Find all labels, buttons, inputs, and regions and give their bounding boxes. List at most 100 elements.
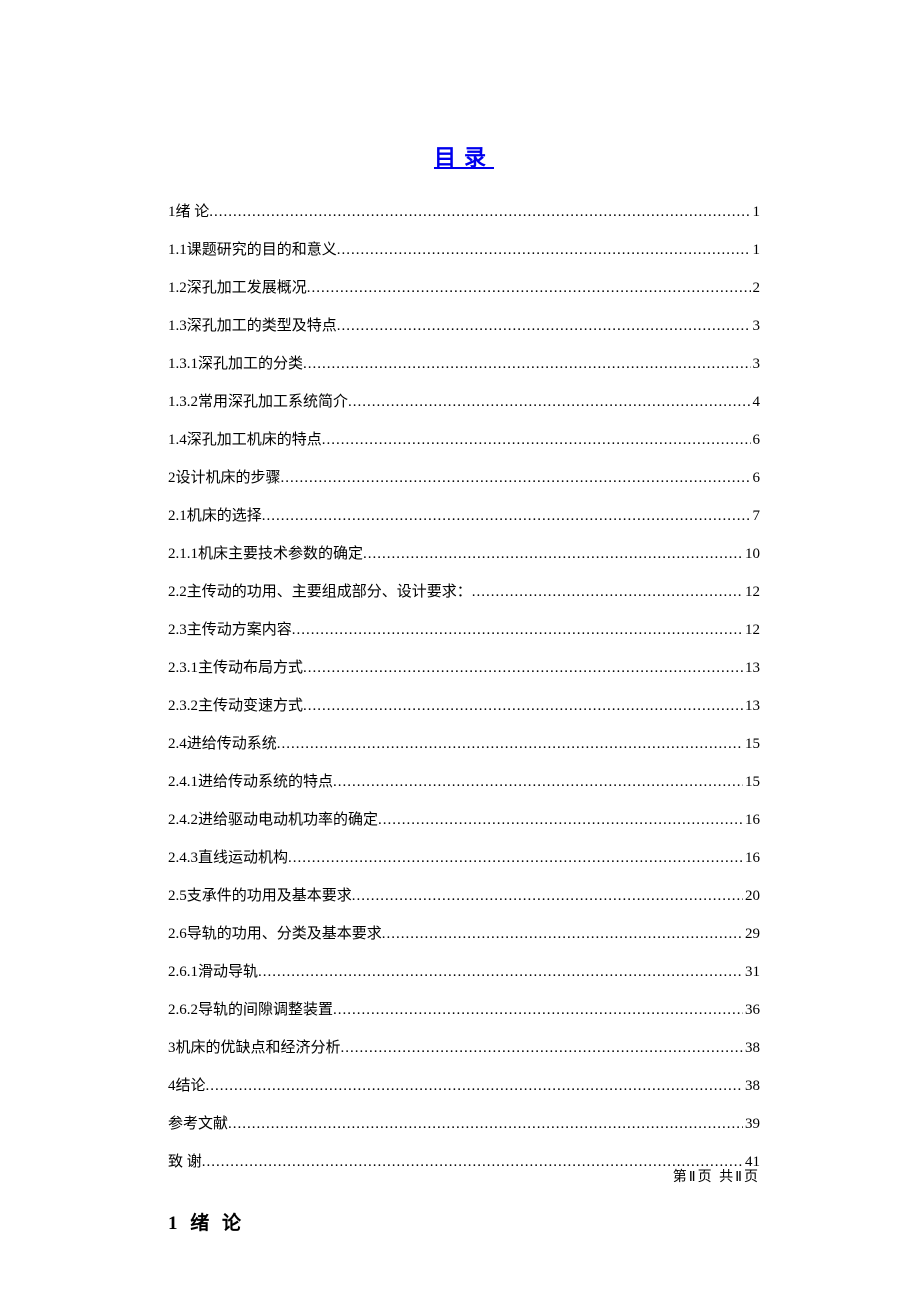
toc-entry[interactable]: 2.2 主传动的功用、主要组成部分、设计要求：12 <box>168 580 760 604</box>
toc-entry[interactable]: 参考文献 39 <box>168 1112 760 1136</box>
toc-leader-dots <box>322 428 751 452</box>
section-heading: 1 绪 论 <box>168 1208 760 1235</box>
toc-leader-dots <box>292 618 743 642</box>
toc-entry[interactable]: 1.2 深孔加工发展概况2 <box>168 276 760 300</box>
toc-entry-text: 导轨的间隙调整装置 <box>198 998 333 1022</box>
toc-entry[interactable]: 2.4.1 进给传动系统的特点15 <box>168 770 760 794</box>
toc-entry-text: 机床主要技术参数的确定 <box>198 542 363 566</box>
toc-entry-number: 1.3 <box>168 314 187 338</box>
toc-entry[interactable]: 1.3 深孔加工的类型及特点 3 <box>168 314 760 338</box>
toc-entry[interactable]: 2.4.2 进给驱动电动机功率的确定16 <box>168 808 760 832</box>
toc-leader-dots <box>333 770 743 794</box>
toc-entry[interactable]: 1.1 课题研究的目的和意义1 <box>168 238 760 262</box>
toc-entry-number: 2.1.1 <box>168 542 198 566</box>
toc-entry[interactable]: 2.1 机床的选择 7 <box>168 504 760 528</box>
toc-entry-text: 深孔加工机床的特点 <box>187 428 322 452</box>
toc-entry[interactable]: 2.4.3 直线运动机构16 <box>168 846 760 870</box>
toc-entry[interactable]: 2.6.1 滑动导轨 31 <box>168 960 760 984</box>
toc-leader-dots <box>303 694 743 718</box>
toc-entry-number: 2.2 <box>168 580 187 604</box>
toc-entry-text: 深孔加工的类型及特点 <box>187 314 337 338</box>
toc-entry-number: 1.3.1 <box>168 352 198 376</box>
toc-entry-text: 进给传动系统 <box>187 732 277 756</box>
toc-entry[interactable]: 2.3.1 主传动布局方式13 <box>168 656 760 680</box>
toc-entry-page: 6 <box>751 466 761 490</box>
toc-entry-page: 3 <box>751 314 761 338</box>
toc-entry[interactable]: 2.6.2 导轨的间隙调整装置36 <box>168 998 760 1022</box>
toc-entry[interactable]: 2.5 支承件的功用及基本要求20 <box>168 884 760 908</box>
toc-entry[interactable]: 4 结论 38 <box>168 1074 760 1098</box>
toc-entry-text: 致 谢 <box>168 1150 202 1174</box>
toc-leader-dots <box>258 960 743 984</box>
toc-entry-page: 6 <box>751 428 761 452</box>
toc-entry-page: 16 <box>743 846 760 870</box>
toc-entry-number: 1 <box>168 200 176 224</box>
toc-entry[interactable]: 2.1.1 机床主要技术参数的确定10 <box>168 542 760 566</box>
toc-entry-page: 15 <box>743 770 760 794</box>
toc-entry-number: 1.4 <box>168 428 187 452</box>
toc-entry-page: 39 <box>743 1112 760 1136</box>
toc-entry[interactable]: 致 谢41 <box>168 1150 760 1174</box>
toc-entry-number: 2.6.2 <box>168 998 198 1022</box>
toc-entry[interactable]: 2.3 主传动方案内容 12 <box>168 618 760 642</box>
toc-entry-number: 4 <box>168 1074 176 1098</box>
toc-entry[interactable]: 2.6 导轨的功用、分类及基本要求29 <box>168 922 760 946</box>
toc-leader-dots <box>209 200 750 224</box>
toc-entry-text: 主传动方案内容 <box>187 618 292 642</box>
toc-entry-page: 1 <box>751 200 761 224</box>
toc-leader-dots <box>281 466 751 490</box>
toc-entry-number: 2.4 <box>168 732 187 756</box>
toc-entry-number: 2.6.1 <box>168 960 198 984</box>
toc-entry-text: 滑动导轨 <box>198 960 258 984</box>
toc-leader-dots <box>206 1074 743 1098</box>
toc-entry-text: 常用深孔加工系统简介 <box>198 390 348 414</box>
toc-entry-text: 进给传动系统的特点 <box>198 770 333 794</box>
toc-entry-text: 支承件的功用及基本要求 <box>187 884 352 908</box>
toc-title: 目录 <box>168 140 760 172</box>
toc-entry-text: 深孔加工发展概况 <box>187 276 307 300</box>
toc-leader-dots <box>337 314 751 338</box>
toc-leader-dots <box>341 1036 743 1060</box>
toc-entry-number: 2.4.2 <box>168 808 198 832</box>
toc-entry-number: 3 <box>168 1036 176 1060</box>
toc-entry-page: 15 <box>743 732 760 756</box>
document-page: 目录 1 绪 论11.1 课题研究的目的和意义11.2 深孔加工发展概况21.3… <box>0 0 920 1235</box>
toc-entry[interactable]: 1.4 深孔加工机床的特点 6 <box>168 428 760 452</box>
toc-leader-dots <box>352 884 743 908</box>
toc-entry-number: 2.3 <box>168 618 187 642</box>
toc-entry-page: 31 <box>743 960 760 984</box>
toc-entry-text: 深孔加工的分类 <box>198 352 303 376</box>
toc-entry-page: 12 <box>743 580 760 604</box>
toc-entry[interactable]: 1.3.2 常用深孔加工系统简介4 <box>168 390 760 414</box>
toc-entry-number: 2.6 <box>168 922 187 946</box>
toc-entry[interactable]: 2 设计机床的步骤6 <box>168 466 760 490</box>
toc-entry-text: 主传动变速方式 <box>198 694 303 718</box>
toc-leader-dots <box>333 998 743 1022</box>
toc-leader-dots <box>303 656 743 680</box>
toc-entry[interactable]: 1.3.1 深孔加工的分类 3 <box>168 352 760 376</box>
toc-entry-page: 2 <box>751 276 761 300</box>
toc-entry-number: 2.4.3 <box>168 846 198 870</box>
toc-entry[interactable]: 2.4 进给传动系统 15 <box>168 732 760 756</box>
toc-entry-page: 16 <box>743 808 760 832</box>
toc-entry[interactable]: 2.3.2 主传动变速方式13 <box>168 694 760 718</box>
toc-entry-text: 机床的选择 <box>187 504 262 528</box>
toc-entry-text: 绪 论 <box>176 200 210 224</box>
toc-leader-dots <box>337 238 751 262</box>
toc-entry-page: 38 <box>743 1036 760 1060</box>
toc-entry-text: 结论 <box>176 1074 206 1098</box>
toc-entry-text: 主传动布局方式 <box>198 656 303 680</box>
toc-leader-dots <box>277 732 743 756</box>
toc-entry-page: 3 <box>751 352 761 376</box>
toc-entry-page: 4 <box>751 390 761 414</box>
table-of-contents: 1 绪 论11.1 课题研究的目的和意义11.2 深孔加工发展概况21.3 深孔… <box>168 200 760 1174</box>
toc-entry-number: 2.5 <box>168 884 187 908</box>
toc-entry-number: 2.3.2 <box>168 694 198 718</box>
toc-entry-page: 12 <box>743 618 760 642</box>
toc-entry[interactable]: 1 绪 论1 <box>168 200 760 224</box>
toc-leader-dots <box>363 542 743 566</box>
toc-entry[interactable]: 3 机床的优缺点和经济分析38 <box>168 1036 760 1060</box>
toc-entry-text: 课题研究的目的和意义 <box>187 238 337 262</box>
toc-entry-text: 参考文献 <box>168 1112 228 1136</box>
toc-entry-page: 38 <box>743 1074 760 1098</box>
